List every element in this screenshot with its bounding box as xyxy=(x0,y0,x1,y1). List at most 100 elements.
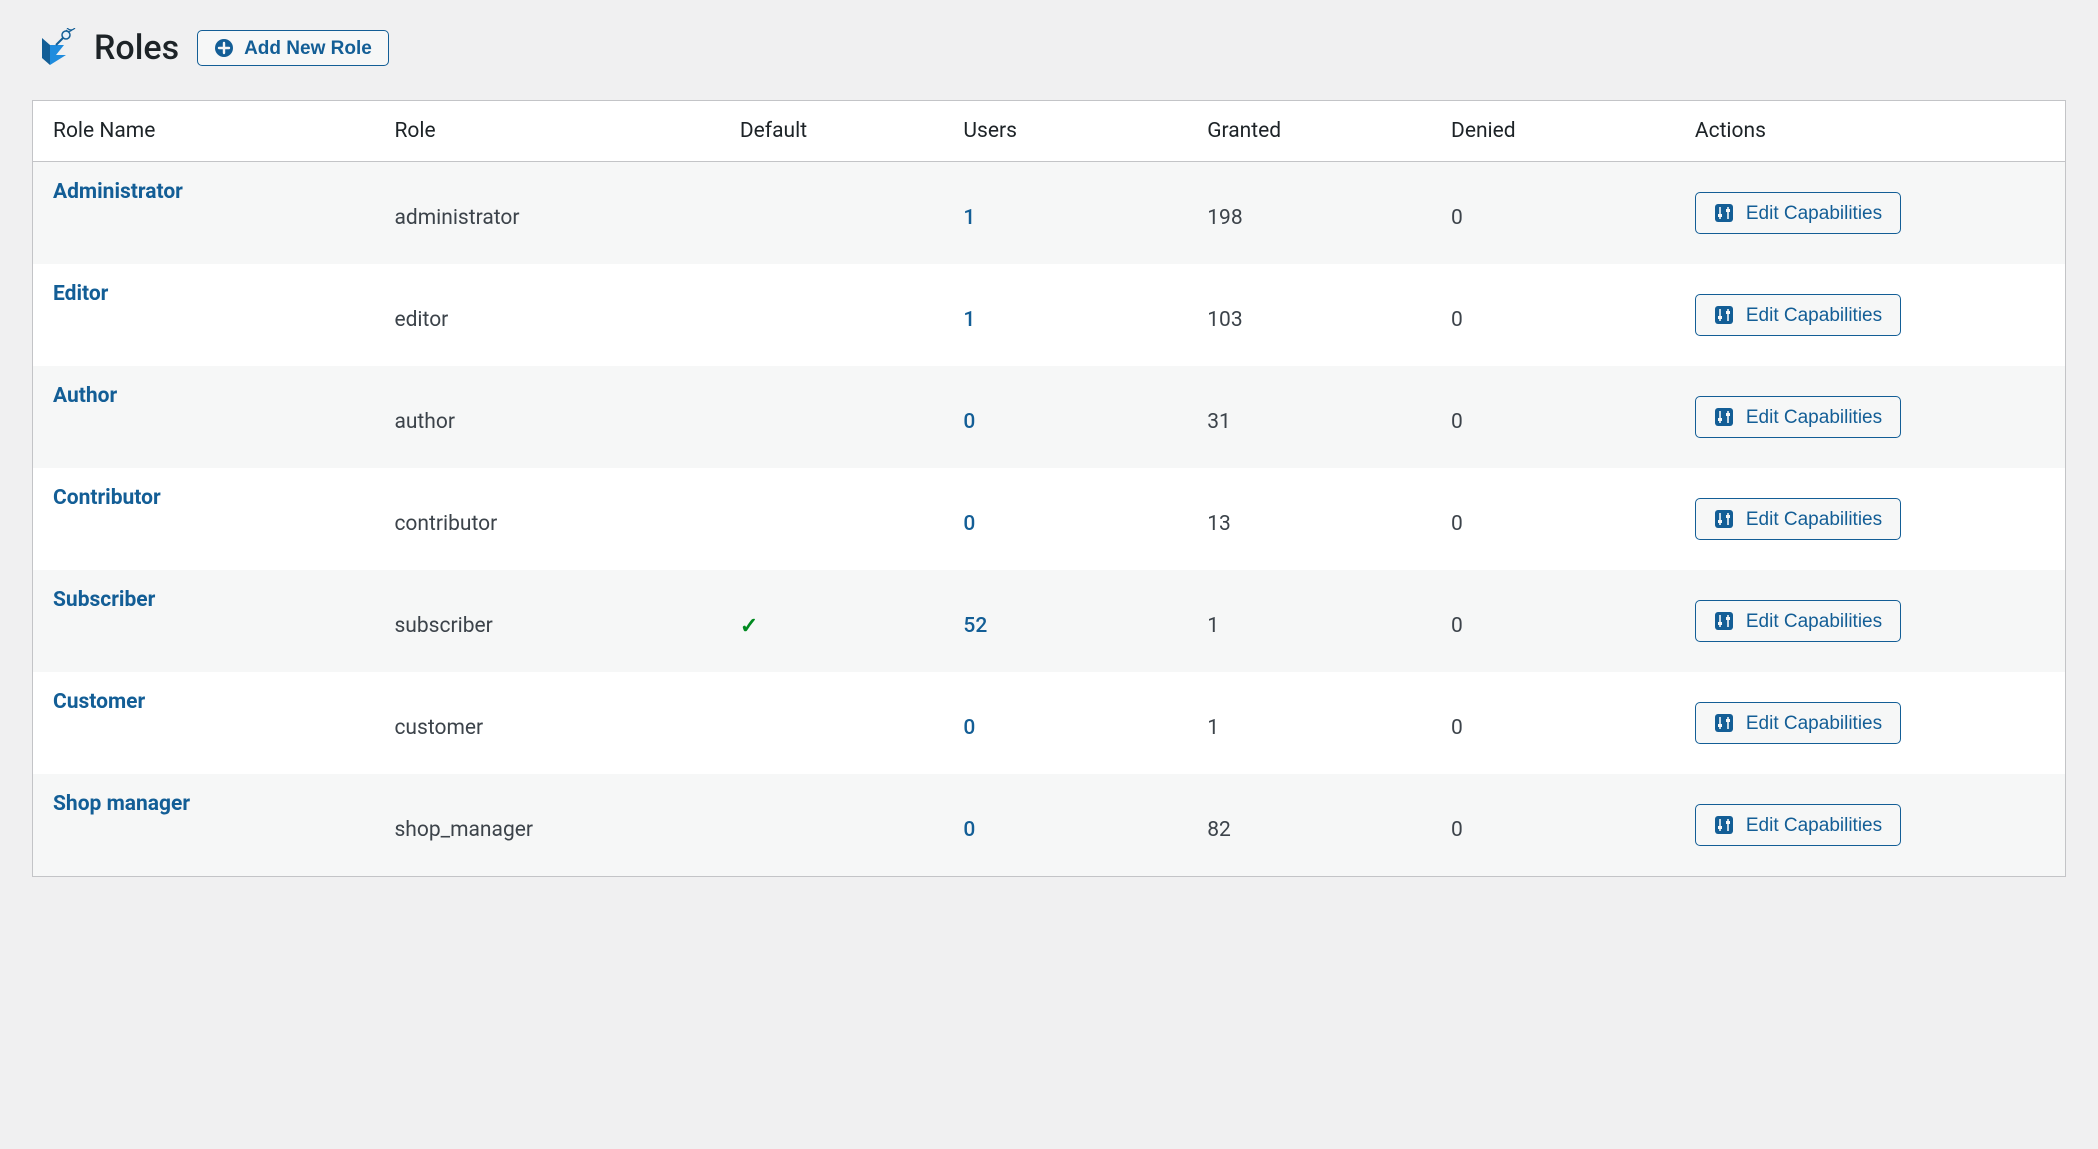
sliders-icon xyxy=(1714,305,1734,325)
cell-actions: Edit Capabilities xyxy=(1679,468,2065,570)
cell-default xyxy=(724,468,948,570)
edit-capabilities-button[interactable]: Edit Capabilities xyxy=(1695,702,1901,744)
table-row: Editor editor 1 1030 Edit Capabilities xyxy=(33,264,2065,366)
sliders-icon xyxy=(1714,407,1734,427)
cell-role-slug: customer xyxy=(378,672,723,774)
edit-capabilities-label: Edit Capabilities xyxy=(1746,306,1882,325)
users-count-link[interactable]: 0 xyxy=(963,716,975,740)
users-count-link[interactable]: 52 xyxy=(963,614,987,638)
page-title: Roles xyxy=(94,28,179,68)
cell-role-slug: editor xyxy=(378,264,723,366)
cell-denied: 0 xyxy=(1435,468,1679,570)
sliders-icon xyxy=(1714,815,1734,835)
cell-denied: 0 xyxy=(1435,264,1679,366)
add-new-role-label: Add New Role xyxy=(244,39,372,58)
cell-users: 0 xyxy=(947,366,1191,468)
cell-users: 1 xyxy=(947,264,1191,366)
edit-capabilities-label: Edit Capabilities xyxy=(1746,204,1882,223)
col-header-default[interactable]: Default xyxy=(724,101,948,162)
cell-granted: 1 xyxy=(1191,672,1435,774)
cell-default: ✓ xyxy=(724,570,948,672)
table-row: Contributorcontributor0130Edit Capabilit… xyxy=(33,468,2065,570)
role-name-link[interactable]: Customer xyxy=(53,690,145,714)
table-row: Subscribersubscriber✓5210Edit Capabiliti… xyxy=(33,570,2065,672)
edit-capabilities-label: Edit Capabilities xyxy=(1746,510,1882,529)
cell-granted: 103 xyxy=(1191,264,1435,366)
cell-default xyxy=(724,672,948,774)
cell-role-slug: subscriber xyxy=(378,570,723,672)
users-count-link[interactable]: 1 xyxy=(963,206,975,230)
role-name-link[interactable]: Editor xyxy=(53,282,108,306)
cell-actions: Edit Capabilities xyxy=(1679,366,2065,468)
cell-granted: 13 xyxy=(1191,468,1435,570)
edit-capabilities-button[interactable]: Edit Capabilities xyxy=(1695,804,1901,846)
col-header-actions: Actions xyxy=(1679,101,2065,162)
cell-role-name: Editor xyxy=(33,264,378,366)
edit-capabilities-button[interactable]: Edit Capabilities xyxy=(1695,600,1901,642)
edit-capabilities-label: Edit Capabilities xyxy=(1746,612,1882,631)
cell-granted: 198 xyxy=(1191,162,1435,265)
col-header-granted[interactable]: Granted xyxy=(1191,101,1435,162)
sliders-icon xyxy=(1714,611,1734,631)
cell-users: 0 xyxy=(947,468,1191,570)
cell-actions: Edit Capabilities xyxy=(1679,672,2065,774)
cell-role-slug: administrator xyxy=(378,162,723,265)
roles-table: Role Name Role Default Users Granted Den… xyxy=(33,101,2065,876)
edit-capabilities-button[interactable]: Edit Capabilities xyxy=(1695,396,1901,438)
cell-denied: 0 xyxy=(1435,774,1679,876)
cell-granted: 31 xyxy=(1191,366,1435,468)
table-header-row: Role Name Role Default Users Granted Den… xyxy=(33,101,2065,162)
edit-capabilities-label: Edit Capabilities xyxy=(1746,408,1882,427)
role-name-link[interactable]: Administrator xyxy=(53,180,183,204)
cell-actions: Edit Capabilities xyxy=(1679,774,2065,876)
role-name-link[interactable]: Subscriber xyxy=(53,588,155,612)
edit-capabilities-label: Edit Capabilities xyxy=(1746,816,1882,835)
cell-actions: Edit Capabilities xyxy=(1679,264,2065,366)
cell-role-name: Contributor xyxy=(33,468,378,570)
sliders-icon xyxy=(1714,203,1734,223)
edit-capabilities-button[interactable]: Edit Capabilities xyxy=(1695,192,1901,234)
cell-denied: 0 xyxy=(1435,570,1679,672)
sliders-icon xyxy=(1714,713,1734,733)
cell-role-slug: shop_manager xyxy=(378,774,723,876)
cell-granted: 82 xyxy=(1191,774,1435,876)
roles-table-container: Role Name Role Default Users Granted Den… xyxy=(32,100,2066,877)
table-row: Customercustomer010Edit Capabilities xyxy=(33,672,2065,774)
sliders-icon xyxy=(1714,509,1734,529)
table-row: Shop managershop_manager0820Edit Capabil… xyxy=(33,774,2065,876)
table-row: Administratoradministrator11980Edit Capa… xyxy=(33,162,2065,265)
cell-actions: Edit Capabilities xyxy=(1679,570,2065,672)
cell-role-name: Author xyxy=(33,366,378,468)
cell-role-name: Subscriber xyxy=(33,570,378,672)
plus-circle-icon xyxy=(214,38,234,58)
col-header-role-name[interactable]: Role Name xyxy=(33,101,378,162)
col-header-denied[interactable]: Denied xyxy=(1435,101,1679,162)
cell-role-name: Shop manager xyxy=(33,774,378,876)
users-count-link[interactable]: 1 xyxy=(963,308,975,332)
col-header-users[interactable]: Users xyxy=(947,101,1191,162)
users-count-link[interactable]: 0 xyxy=(963,410,975,434)
cell-default xyxy=(724,162,948,265)
cell-default xyxy=(724,264,948,366)
cell-role-slug: author xyxy=(378,366,723,468)
cell-role-name: Customer xyxy=(33,672,378,774)
role-name-link[interactable]: Contributor xyxy=(53,486,161,510)
cell-users: 0 xyxy=(947,672,1191,774)
users-count-link[interactable]: 0 xyxy=(963,512,975,536)
cell-default xyxy=(724,774,948,876)
users-count-link[interactable]: 0 xyxy=(963,818,975,842)
cell-role-slug: contributor xyxy=(378,468,723,570)
edit-capabilities-button[interactable]: Edit Capabilities xyxy=(1695,294,1901,336)
cell-actions: Edit Capabilities xyxy=(1679,162,2065,265)
role-name-link[interactable]: Shop manager xyxy=(53,792,190,816)
page-header: Roles Add New Role xyxy=(32,28,2066,68)
col-header-role[interactable]: Role xyxy=(378,101,723,162)
edit-capabilities-button[interactable]: Edit Capabilities xyxy=(1695,498,1901,540)
add-new-role-button[interactable]: Add New Role xyxy=(197,30,389,66)
app-icon xyxy=(36,28,76,68)
check-icon: ✓ xyxy=(740,614,758,639)
role-name-link[interactable]: Author xyxy=(53,384,117,408)
cell-users: 0 xyxy=(947,774,1191,876)
edit-capabilities-label: Edit Capabilities xyxy=(1746,714,1882,733)
cell-users: 52 xyxy=(947,570,1191,672)
